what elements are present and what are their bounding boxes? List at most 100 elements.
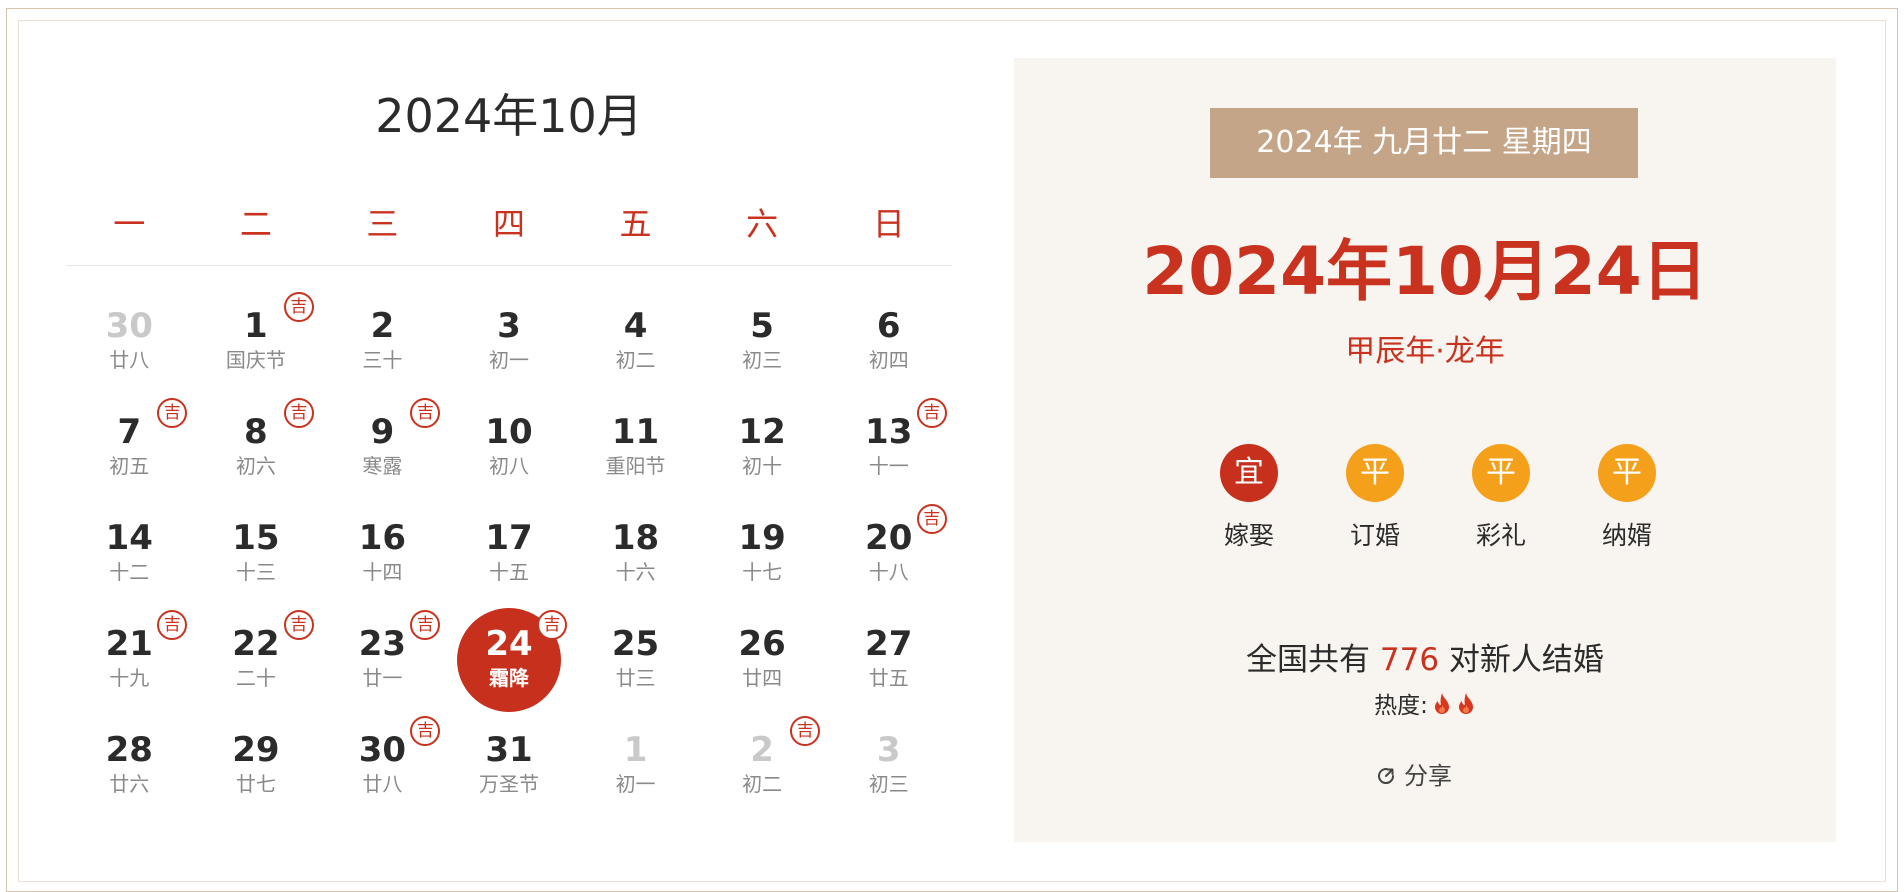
lunar-date-bar: 2024年 九月廿二 星期四 [1210, 108, 1638, 178]
day-grid: 30 廿八 1 国庆节吉 2 三十 3 初一 4 初二 5 初三 6 初四 7 初五吉 8 初六吉 9 寒露吉 10 初八… [66, 292, 952, 822]
day-cell[interactable]: 11 重阳节 [572, 398, 699, 504]
lunar-date: 初六 [235, 454, 276, 478]
day-cell[interactable]: 3 初三 [825, 716, 952, 822]
day-cell[interactable]: 4 初二 [572, 292, 699, 398]
day-cell[interactable]: 30 廿八吉 [319, 716, 446, 822]
lunar-date: 十三 [235, 560, 276, 584]
activity-label: 纳婿 [1601, 521, 1652, 550]
lunar-date: 霜降 [488, 666, 529, 690]
day-number: 19 [738, 518, 786, 558]
day-cell[interactable]: 8 初六吉 [193, 398, 320, 504]
lunar-date: 重阳节 [605, 454, 666, 478]
auspicious-badge: 吉 [916, 398, 947, 428]
heat-label: 热度: [1374, 693, 1428, 719]
count-number: 776 [1379, 642, 1440, 678]
day-cell[interactable]: 13 十一吉 [825, 398, 952, 504]
day-number: 3 [876, 730, 901, 770]
day-cell[interactable]: 1 国庆节吉 [193, 292, 320, 398]
day-number: 1 [623, 730, 648, 770]
lunar-date: 廿五 [868, 666, 909, 690]
auspicious-badge: 吉 [916, 504, 947, 534]
activity-badge: 宜 [1220, 444, 1278, 502]
lunar-date: 十二 [109, 560, 150, 584]
day-number: 14 [105, 518, 153, 558]
day-cell-today[interactable]: 24 霜降吉 [446, 608, 573, 716]
weekday-label: 二 [239, 205, 272, 243]
day-cell[interactable]: 25 廿三 [572, 610, 699, 716]
lunar-date: 初一 [488, 348, 529, 372]
day-cell[interactable]: 22 二十吉 [193, 610, 320, 716]
lunar-date: 廿八 [109, 348, 150, 372]
day-cell[interactable]: 28 廿六 [66, 716, 193, 822]
day-cell[interactable]: 5 初三 [699, 292, 826, 398]
day-number: 27 [865, 624, 913, 664]
ganzhi-year: 甲辰年·龙年 [1345, 334, 1505, 369]
day-number: 18 [611, 518, 660, 558]
day-number: 30 [105, 306, 153, 346]
day-cell[interactable]: 3 初一 [446, 292, 573, 398]
day-number: 5 [750, 306, 774, 346]
weekday-header: 一 二 三 四 五 六 日 [66, 194, 952, 266]
day-cell[interactable]: 17 十五 [446, 504, 573, 610]
day-cell[interactable]: 18 十六 [572, 504, 699, 610]
day-number: 11 [611, 412, 660, 452]
lunar-date: 初四 [868, 348, 909, 372]
lunar-date: 廿三 [615, 666, 656, 690]
activity-item-dinghun[interactable]: 平 订婚 [1312, 444, 1438, 552]
day-cell[interactable]: 7 初五吉 [66, 398, 193, 504]
day-cell[interactable]: 6 初四 [825, 292, 952, 398]
lunar-date: 十六 [615, 560, 656, 584]
share-button[interactable]: 分享 [1374, 756, 1476, 792]
day-cell[interactable]: 10 初八 [446, 398, 573, 504]
lunar-date: 廿六 [109, 772, 150, 796]
lunar-date: 三十 [362, 348, 403, 372]
day-cell[interactable]: 27 廿五 [825, 610, 952, 716]
activity-badge: 平 [1598, 444, 1656, 502]
day-cell[interactable]: 23 廿一吉 [319, 610, 446, 716]
heat-flames [1428, 693, 1476, 719]
day-number: 29 [232, 730, 280, 770]
lunar-date: 初五 [109, 454, 150, 478]
lunar-date: 十五 [488, 560, 529, 584]
day-cell[interactable]: 2 初二吉 [699, 716, 826, 822]
wedding-count: 全国共有 776 对新人结婚 [1014, 634, 1836, 679]
heat-indicator: 热度: [1014, 686, 1836, 720]
lunar-date: 寒露 [362, 454, 403, 478]
activity-item-caili[interactable]: 平 彩礼 [1438, 444, 1564, 552]
day-cell[interactable]: 31 万圣节 [446, 716, 573, 822]
day-cell[interactable]: 15 十三 [193, 504, 320, 610]
share-label: 分享 [1404, 762, 1452, 790]
weekday-label: 四 [492, 205, 525, 243]
day-number: 16 [358, 518, 407, 558]
day-cell[interactable]: 12 初十 [699, 398, 826, 504]
day-cell[interactable]: 9 寒露吉 [319, 398, 446, 504]
day-cell[interactable]: 30 廿八 [66, 292, 193, 398]
calendar-title: 2024年10月 [375, 89, 643, 143]
day-cell[interactable]: 2 三十 [319, 292, 446, 398]
weekday-label: 六 [746, 205, 779, 243]
activity-list: 宜 嫁娶 平 订婚 平 彩礼 平 纳婿 [1186, 444, 1690, 552]
lunar-date: 廿四 [742, 666, 783, 690]
lunar-date: 初八 [488, 454, 529, 478]
activity-badge: 平 [1472, 444, 1530, 502]
day-cell[interactable]: 19 十七 [699, 504, 826, 610]
auspicious-badge: 吉 [283, 610, 314, 640]
count-prefix: 全国共有 [1246, 642, 1380, 678]
day-number: 28 [105, 730, 153, 770]
day-number: 3 [497, 306, 521, 346]
day-cell[interactable]: 20 十八吉 [825, 504, 952, 610]
lunar-date: 十八 [868, 560, 909, 584]
day-cell[interactable]: 21 十九吉 [66, 610, 193, 716]
lunar-date: 国庆节 [225, 348, 286, 372]
lunar-date: 十七 [742, 560, 783, 584]
day-cell[interactable]: 1 初一 [572, 716, 699, 822]
day-cell[interactable]: 16 十四 [319, 504, 446, 610]
lunar-date: 十九 [109, 666, 150, 690]
day-cell[interactable]: 29 廿七 [193, 716, 320, 822]
activity-item-naxu[interactable]: 平 纳婿 [1564, 444, 1690, 552]
day-cell[interactable]: 26 廿四 [699, 610, 826, 716]
activity-item-jiaqu[interactable]: 宜 嫁娶 [1186, 444, 1312, 552]
weekday-label: 三 [366, 205, 399, 243]
share-icon [1378, 768, 1395, 785]
day-cell[interactable]: 14 十二 [66, 504, 193, 610]
